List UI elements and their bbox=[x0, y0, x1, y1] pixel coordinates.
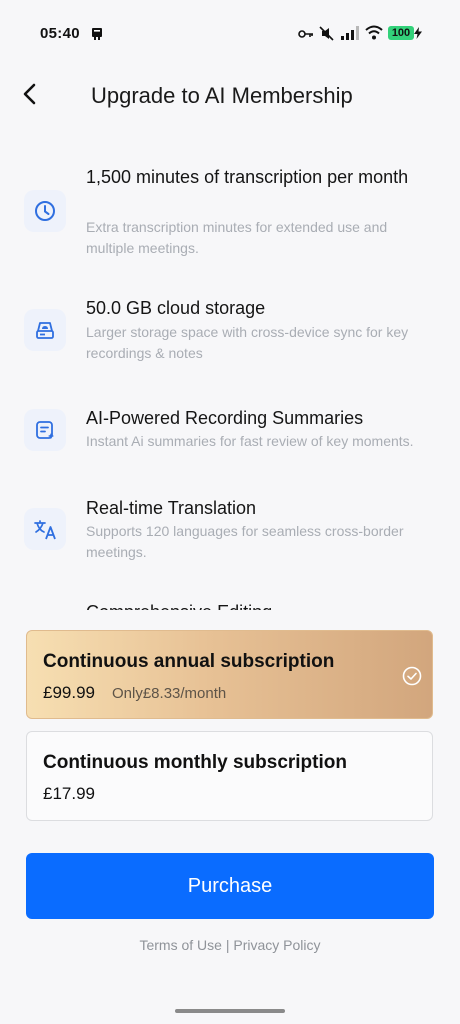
annual-plan-card[interactable]: Continuous annual subscription £99.99 On… bbox=[26, 630, 433, 719]
key-icon bbox=[298, 30, 313, 38]
feature-icon-wrap bbox=[24, 409, 66, 451]
footer-links: Terms of Use | Privacy Policy bbox=[0, 937, 460, 953]
feature-description: Larger storage space with cross-device s… bbox=[86, 324, 409, 361]
feature-title: AI-Powered Recording Summaries bbox=[86, 408, 364, 428]
cloud-storage-icon bbox=[36, 322, 54, 339]
purchase-button[interactable]: Purchase bbox=[26, 853, 434, 919]
feature-list[interactable]: 1,500 minutes of transcription per month… bbox=[0, 160, 460, 610]
header: Upgrade to AI Membership bbox=[0, 70, 460, 126]
feature-title: Comprehensive Editing bbox=[86, 599, 416, 610]
ai-summary-icon bbox=[36, 421, 54, 439]
charging-icon bbox=[414, 27, 422, 39]
page-title: Upgrade to AI Membership bbox=[91, 83, 353, 108]
plan-name: Continuous monthly subscription bbox=[43, 752, 347, 773]
terms-of-use-link[interactable]: Terms of Use bbox=[139, 937, 221, 953]
check-circle-icon bbox=[402, 666, 422, 686]
feature-description: Supports 120 languages for seamless cros… bbox=[86, 523, 404, 560]
plan-name: Continuous annual subscription bbox=[43, 651, 335, 672]
status-bar: 05:40 100 bbox=[0, 0, 460, 60]
feature-title: 50.0 GB cloud storage bbox=[86, 298, 266, 318]
plan-per-month: Only£8.33/month bbox=[112, 685, 227, 702]
feature-icon-wrap bbox=[24, 309, 66, 351]
feature-title: 1,500 minutes of transcription per month bbox=[86, 167, 409, 187]
translate-icon bbox=[34, 520, 56, 540]
wifi-icon bbox=[365, 25, 383, 40]
feature-description: Instant Ai summaries for fast review of … bbox=[86, 433, 414, 449]
feature-title: Real-time Translation bbox=[86, 498, 257, 518]
signal-icon bbox=[341, 26, 359, 40]
mute-icon bbox=[319, 26, 334, 41]
link-separator: | bbox=[225, 937, 230, 953]
status-time: 05:40 bbox=[40, 25, 80, 42]
home-indicator[interactable] bbox=[175, 1009, 285, 1013]
feature-description: Extra transcription minutes for extended… bbox=[86, 219, 388, 256]
monthly-plan-card[interactable]: Continuous monthly subscription £17.99 bbox=[26, 731, 433, 821]
clock-icon bbox=[35, 201, 55, 221]
feature-icon-wrap bbox=[24, 190, 66, 232]
notification-icon bbox=[92, 28, 102, 40]
battery-level: 100 bbox=[391, 27, 411, 39]
plan-price: £99.99 bbox=[43, 683, 95, 702]
back-arrow-icon[interactable] bbox=[16, 80, 44, 108]
battery-icon: 100 bbox=[388, 26, 414, 40]
feature-icon-wrap bbox=[24, 508, 66, 550]
plan-price: £17.99 bbox=[43, 784, 95, 803]
privacy-policy-link[interactable]: Privacy Policy bbox=[233, 937, 320, 953]
